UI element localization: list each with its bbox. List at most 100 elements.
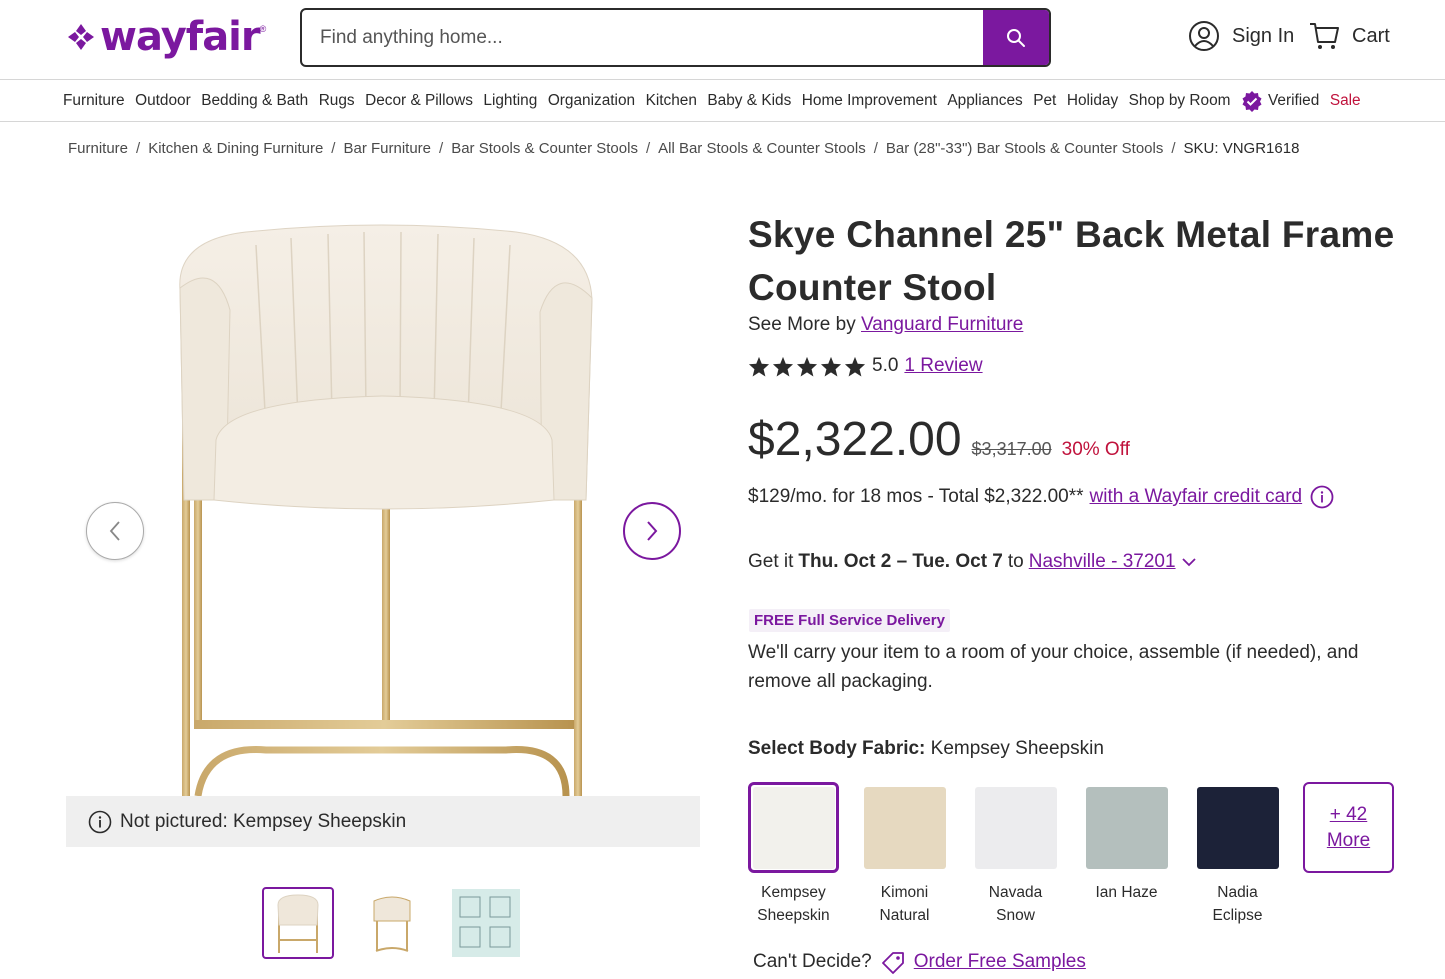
nav-item-pet[interactable]: Pet — [1033, 92, 1056, 110]
financing-offer: $129/mo. for 18 mos - Total $2,322.00** … — [748, 485, 1334, 509]
swatch-kempsey-sheepskin[interactable]: Kempsey Sheepskin — [748, 782, 839, 927]
verified-badge-icon — [1242, 90, 1262, 112]
fabric-label: Select Body Fabric: — [748, 738, 926, 759]
search-input[interactable] — [302, 10, 983, 65]
swatch-frame — [748, 782, 839, 873]
chevron-down-icon[interactable] — [1181, 557, 1197, 567]
service-description: We'll carry your item to a room of your … — [748, 642, 1359, 692]
gallery-prev-button[interactable] — [86, 502, 144, 560]
nav-item-bedding-bath[interactable]: Bedding & Bath — [201, 92, 308, 110]
swatch-nadia-eclipse[interactable]: Nadia Eclipse — [1192, 782, 1283, 927]
sign-in-button[interactable]: Sign In — [1188, 20, 1294, 52]
see-more-prefix: See More by — [748, 314, 856, 335]
nav-item-lighting[interactable]: Lighting — [483, 92, 537, 110]
swatch-label: Kempsey Sheepskin — [757, 884, 830, 924]
free-samples-row: Can't Decide? Order Free Samples — [753, 950, 1086, 974]
nav-item-sale[interactable]: Sale — [1330, 92, 1361, 110]
swatch-label: Nadia Eclipse — [1212, 884, 1263, 924]
financing-text: $129/mo. for 18 mos - Total $2,322.00** — [748, 486, 1084, 507]
nav-item-holiday[interactable]: Holiday — [1067, 92, 1118, 110]
chevron-left-icon — [109, 521, 120, 541]
price-row: $2,322.00 $3,317.00 30% Off — [748, 412, 1130, 467]
search-bar — [300, 8, 1051, 67]
free-delivery-badge: FREE Full Service Delivery — [749, 609, 950, 632]
account-icon — [1189, 21, 1219, 51]
swatch-color — [752, 786, 835, 869]
current-price: $2,322.00 — [748, 413, 962, 466]
product-main-image[interactable] — [66, 200, 700, 796]
swatch-color — [974, 786, 1057, 869]
cart-icon — [1310, 23, 1339, 49]
search-button[interactable] — [983, 10, 1049, 65]
cart-button[interactable]: Cart — [1308, 20, 1390, 52]
order-free-samples-link[interactable]: Order Free Samples — [914, 951, 1086, 973]
thumbnail-strip — [262, 887, 522, 959]
not-pictured-notice: Not pictured: Kempsey Sheepskin — [66, 796, 700, 847]
breadcrumb-item[interactable]: All Bar Stools & Counter Stools — [658, 140, 866, 157]
swatch-color — [1085, 786, 1168, 869]
delivery-estimate: Get it Thu. Oct 2 – Tue. Oct 7 to Nashvi… — [748, 551, 1197, 573]
nav-item-home-improvement[interactable]: Home Improvement — [802, 92, 937, 110]
breadcrumb: Furniture / Kitchen & Dining Furniture /… — [68, 140, 1299, 157]
trademark-symbol: ® — [259, 24, 267, 34]
swatch-frame — [1192, 782, 1283, 873]
breadcrumb-item[interactable]: Bar Stools & Counter Stools — [451, 140, 638, 157]
product-title: Skye Channel 25" Back Metal Frame Counte… — [748, 214, 1395, 308]
swatch-frame — [859, 782, 950, 873]
credit-card-link[interactable]: with a Wayfair credit card — [1090, 486, 1303, 508]
star-icon — [748, 356, 770, 377]
breadcrumb-separator: / — [1171, 140, 1176, 157]
logo-mark-icon — [68, 24, 94, 50]
financing-info-button[interactable] — [1310, 485, 1334, 509]
nav-item-furniture[interactable]: Furniture — [63, 92, 125, 110]
see-more-by: See More by Vanguard Furniture — [748, 314, 1023, 336]
star-rating — [748, 356, 866, 377]
fabric-selected-value: Kempsey Sheepskin — [930, 738, 1104, 759]
nav-item-baby-kids[interactable]: Baby & Kids — [707, 92, 791, 110]
review-link[interactable]: 1 Review — [904, 355, 982, 377]
star-icon — [772, 356, 794, 377]
chevron-right-icon — [647, 521, 658, 541]
thumbnail-1[interactable] — [262, 887, 334, 959]
original-price: $3,317.00 — [971, 439, 1052, 459]
bar-stool-image — [179, 224, 593, 796]
thumbnail-3[interactable] — [450, 887, 522, 959]
delivery-location-link[interactable]: Nashville - 37201 — [1029, 551, 1176, 573]
breadcrumb-item[interactable]: Kitchen & Dining Furniture — [148, 140, 323, 157]
nav-item-organization[interactable]: Organization — [548, 92, 635, 110]
more-swatches-box: + 42 More — [1303, 782, 1394, 873]
delivery-dates: Thu. Oct 2 – Tue. Oct 7 — [798, 551, 1003, 572]
logo-text: wayfair — [100, 14, 261, 60]
breadcrumb-separator: / — [136, 140, 141, 157]
discount-badge: 30% Off — [1061, 439, 1130, 460]
gallery-next-button[interactable] — [623, 502, 681, 560]
nav-item-appliances[interactable]: Appliances — [947, 92, 1022, 110]
nav-item-verified[interactable]: Verified — [1241, 90, 1319, 112]
rating-summary: 5.0 1 Review — [748, 355, 983, 377]
nav-item-decor-pillows[interactable]: Decor & Pillows — [365, 92, 473, 110]
info-icon — [1310, 485, 1334, 509]
breadcrumb-separator: / — [873, 140, 878, 157]
nav-item-shop-by-room[interactable]: Shop by Room — [1129, 92, 1231, 110]
thumbnail-2[interactable] — [356, 887, 428, 959]
wayfair-logo[interactable]: wayfair ® — [66, 14, 266, 60]
info-icon — [88, 810, 112, 833]
swatch-ian-haze[interactable]: Ian Haze — [1081, 782, 1172, 927]
nav-item-outdoor[interactable]: Outdoor — [135, 92, 191, 110]
swatch-kimoni-natural[interactable]: Kimoni Natural — [859, 782, 950, 927]
tag-icon — [881, 952, 904, 974]
breadcrumb-item[interactable]: Bar Furniture — [343, 140, 431, 157]
rating-value: 5.0 — [872, 355, 899, 376]
category-nav: Furniture Outdoor Bedding & Bath Rugs De… — [0, 80, 1445, 122]
brand-link[interactable]: Vanguard Furniture — [861, 314, 1023, 335]
cant-decide-text: Can't Decide? — [753, 951, 872, 972]
more-swatches-button[interactable]: + 42 More — [1303, 782, 1394, 927]
breadcrumb-item[interactable]: Furniture — [68, 140, 128, 157]
nav-item-rugs[interactable]: Rugs — [319, 92, 355, 110]
delivery-to: to — [1007, 551, 1024, 572]
nav-item-kitchen[interactable]: Kitchen — [646, 92, 697, 110]
search-icon — [1007, 28, 1025, 47]
dimensions-diagram-thumbnail — [452, 889, 520, 957]
swatch-navada-snow[interactable]: Navada Snow — [970, 782, 1061, 927]
breadcrumb-item[interactable]: Bar (28"-33") Bar Stools & Counter Stool… — [886, 140, 1163, 157]
